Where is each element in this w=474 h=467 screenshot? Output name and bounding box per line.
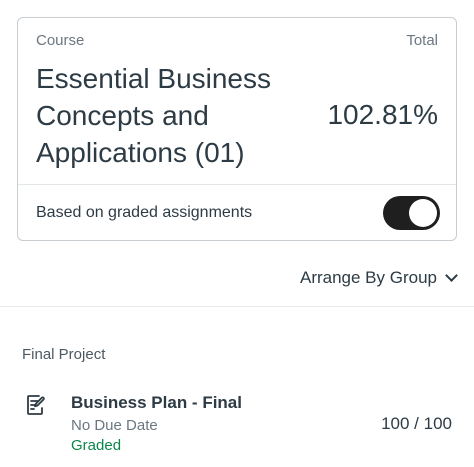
total-grade-value: 102.81% [327, 99, 438, 130]
card-divider [18, 184, 456, 185]
graded-assignments-toggle[interactable] [383, 196, 440, 230]
course-label: Course [36, 32, 85, 49]
arrange-by-group-button[interactable]: Arrange By Group [299, 268, 458, 288]
group-title: Final Project [22, 346, 106, 363]
course-name: Essential Business Concepts and Applicat… [36, 63, 272, 168]
section-divider [0, 306, 474, 307]
graded-toggle-label: Based on graded assignments [36, 204, 253, 221]
total-label: Total [406, 32, 438, 49]
assignment-status: Graded [71, 437, 122, 454]
arrange-label: Arrange By Group [299, 268, 437, 287]
assignment-icon [27, 395, 45, 415]
assignment-title[interactable]: Business Plan - Final [71, 393, 242, 413]
assignment-row[interactable]: Business Plan - Final No Due Date Graded… [0, 388, 474, 458]
course-summary: Course Total Essential Business Concepts… [18, 18, 456, 184]
chevron-down-icon [445, 268, 458, 282]
toggle-knob [409, 199, 437, 227]
assignment-score: 100 / 100 [381, 414, 452, 433]
assignment-due-date: No Due Date [71, 417, 158, 434]
course-grade-card: Course Total Essential Business Concepts… [17, 17, 457, 241]
